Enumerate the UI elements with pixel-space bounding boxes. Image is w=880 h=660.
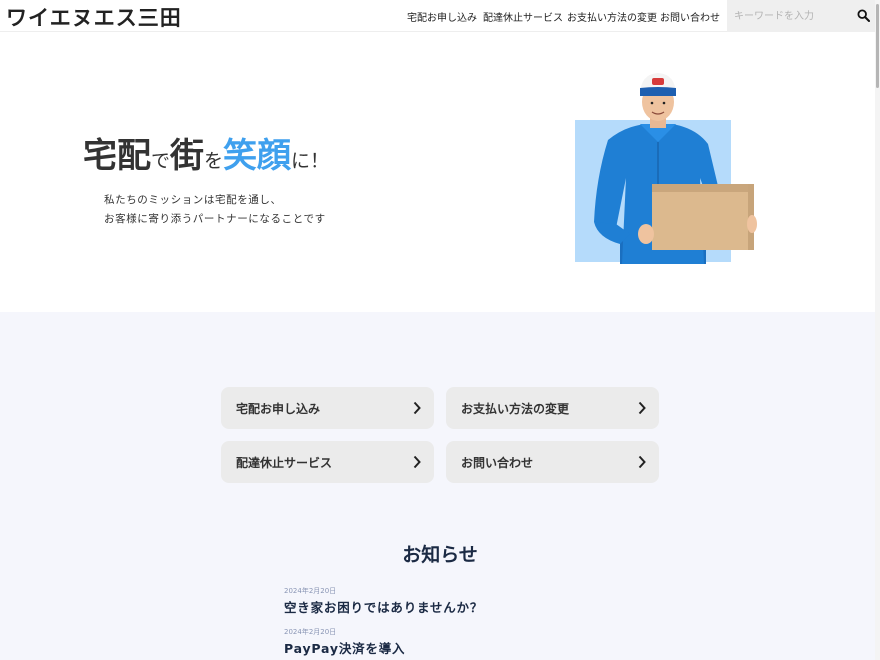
chevron-right-icon (413, 455, 421, 469)
service-card-label: 配達休止サービス (236, 456, 333, 470)
service-card-label: お支払い方法の変更 (461, 402, 570, 416)
service-card-contact[interactable]: お問い合わせ (446, 441, 659, 483)
chevron-right-icon (638, 455, 646, 469)
search-box (727, 0, 875, 32)
service-card-label: 宅配お申し込み (236, 402, 321, 416)
service-card-label: お問い合わせ (461, 456, 534, 470)
hero-headline-part: を (204, 150, 224, 172)
news-section-title: お知らせ (402, 544, 478, 566)
news-item-link[interactable]: 空き家お困りではありませんか？ (284, 597, 483, 616)
chevron-right-icon (413, 401, 421, 415)
news-item-date: 2024年2月20日 (284, 628, 337, 636)
hero-description-line: お客様に寄り添うパートナーになることです (104, 213, 326, 225)
nav-item-delivery-pause[interactable]: 配達休止サービス (483, 9, 563, 24)
news-item-date: 2024年2月20日 (284, 587, 337, 595)
hero-headline-part: 宅配 (83, 136, 151, 176)
hero-description-line: 私たちのミッションは宅配を通し、 (104, 194, 282, 206)
nav-item-contact[interactable]: お問い合わせ (660, 9, 720, 24)
nav-item-delivery-application[interactable]: 宅配お申し込み (407, 9, 477, 24)
scrollbar-thumb[interactable] (876, 4, 879, 88)
site-header: ワイエヌエス三田 宅配お申し込み 配達休止サービス お支払い方法の変更 お問い合… (0, 0, 880, 32)
hero-headline: 宅配で街を笑顔に！ (83, 134, 329, 184)
service-card-delivery-application[interactable]: 宅配お申し込み (221, 387, 434, 429)
hero-headline-part: に！ (291, 150, 330, 172)
hero-headline-part: で (151, 150, 171, 172)
service-card-delivery-pause[interactable]: 配達休止サービス (221, 441, 434, 483)
nav-item-payment-change[interactable]: お支払い方法の変更 (567, 9, 657, 24)
hero-headline-accent: 笑顔 (223, 136, 292, 176)
chevron-right-icon (638, 401, 646, 415)
site-logo[interactable]: ワイエヌエス三田 (6, 2, 182, 32)
hero-headline-part: 街 (170, 136, 205, 176)
search-icon[interactable] (857, 9, 870, 22)
service-card-payment-change[interactable]: お支払い方法の変更 (446, 387, 659, 429)
delivery-person-illustration (594, 73, 757, 264)
news-item-link[interactable]: PayPay決済を導入 (284, 638, 405, 657)
search-input[interactable] (727, 0, 851, 32)
